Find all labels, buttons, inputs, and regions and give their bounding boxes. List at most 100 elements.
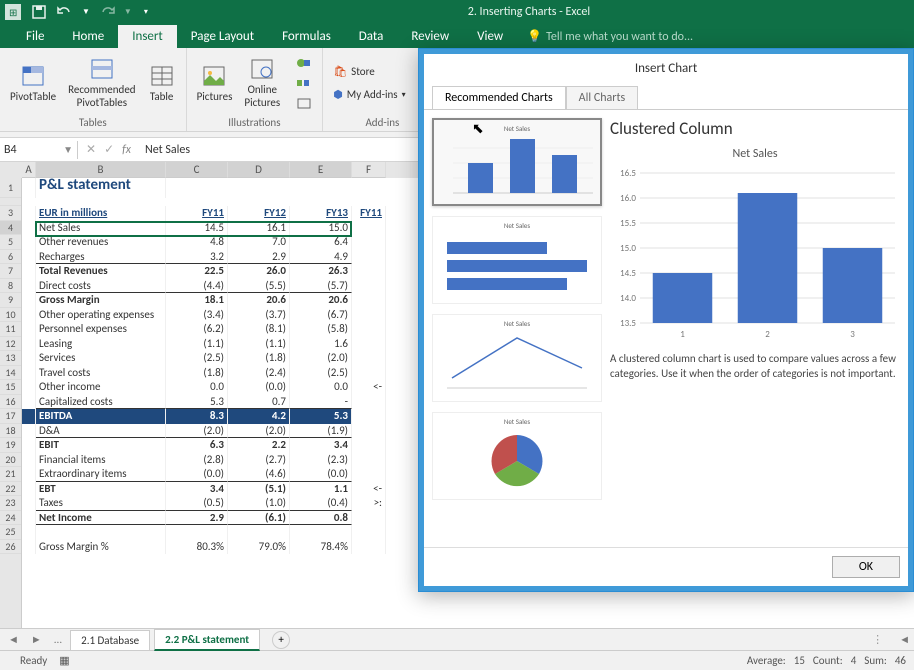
ok-button[interactable]: OK <box>832 556 900 578</box>
row-label: Financial items <box>36 453 166 468</box>
col-header-a[interactable]: A <box>22 162 36 178</box>
thumb-clustered-column[interactable]: Net Sales ⬉ <box>432 118 602 206</box>
row-note <box>352 525 386 540</box>
row-fy11: 18.1 <box>166 293 228 308</box>
sheet-tab-database[interactable]: 2.1 Database <box>70 630 150 650</box>
store-icon: 🛍 <box>333 65 347 78</box>
macro-record-icon[interactable]: ▦ <box>59 654 69 667</box>
window-title: 2. Inserting Charts - Excel <box>148 5 910 19</box>
my-addins-label: My Add-ins <box>347 88 398 101</box>
screenshot-button[interactable] <box>292 94 316 112</box>
thumb-clustered-bar[interactable]: Net Sales <box>432 216 602 304</box>
cursor-icon: ⬉ <box>472 120 484 137</box>
ribbon-group-illustrations: Pictures Online Pictures Illustrations <box>187 48 324 131</box>
tab-view[interactable]: View <box>463 25 517 48</box>
row-fy12: (2.0) <box>228 424 290 439</box>
row-fy11: (2.0) <box>166 424 228 439</box>
pivottable-button[interactable]: PivotTable <box>6 62 60 105</box>
undo-dropdown-icon[interactable]: ▼ <box>82 7 90 17</box>
tab-nav-next-icon[interactable]: ► <box>27 633 46 646</box>
name-box[interactable]: B4 ▼ <box>0 141 78 159</box>
tab-data[interactable]: Data <box>345 25 398 48</box>
row-note <box>352 250 386 265</box>
tab-all-charts[interactable]: All Charts <box>566 86 639 109</box>
row-fy13: (5.8) <box>290 322 352 337</box>
save-icon[interactable] <box>30 3 48 21</box>
tab-nav-more[interactable]: ... <box>50 633 66 646</box>
row-fy13: (2.3) <box>290 453 352 468</box>
tab-insert[interactable]: Insert <box>118 25 177 48</box>
my-addins-button[interactable]: ⬢ My Add-ins ▾ <box>329 86 409 103</box>
svg-text:13.5: 13.5 <box>620 318 636 329</box>
ribbon-group-tables: PivotTable Recommended PivotTables Table… <box>0 48 187 131</box>
row-note <box>352 221 386 236</box>
row-note <box>352 540 386 555</box>
chart-thumbnails: Net Sales ⬉ Net Sales <box>432 118 602 539</box>
recommended-pivottables-button[interactable]: Recommended PivotTables <box>64 55 139 111</box>
smartart-icon <box>296 76 312 90</box>
undo-icon[interactable] <box>56 3 74 21</box>
row-fy12: 2.2 <box>228 438 290 453</box>
col-header-d[interactable]: D <box>228 162 290 178</box>
row-label: Other operating expenses <box>36 308 166 323</box>
pictures-button[interactable]: Pictures <box>193 62 237 105</box>
col-header-c[interactable]: C <box>166 162 228 178</box>
smartart-button[interactable] <box>292 74 316 92</box>
row-fy12: 4.2 <box>228 409 290 424</box>
redo-dropdown-icon[interactable]: ▼ <box>124 7 132 17</box>
illustrations-group-label: Illustrations <box>193 116 317 129</box>
addins-icon: ⬢ <box>333 88 343 101</box>
online-pictures-icon <box>248 57 276 81</box>
cancel-formula-icon[interactable]: ✕ <box>86 142 96 157</box>
row-fy11: 8.3 <box>166 409 228 424</box>
row-fy11: 14.5 <box>166 221 228 236</box>
sheet-tab-pl-statement[interactable]: 2.2 P&L statement <box>154 629 260 651</box>
row-label: Total Revenues <box>36 264 166 279</box>
row-note <box>352 438 386 453</box>
table-icon <box>148 64 176 88</box>
tab-nav-prev-icon[interactable]: ◄ <box>4 633 23 646</box>
tab-formulas[interactable]: Formulas <box>268 25 345 48</box>
thumb-bar-icon <box>437 230 597 300</box>
thumb-title-4: Net Sales <box>437 417 597 426</box>
row-fy12: (1.0) <box>228 496 290 511</box>
enter-formula-icon[interactable]: ✓ <box>104 142 114 157</box>
row-fy12 <box>228 525 290 540</box>
tab-home[interactable]: Home <box>58 25 118 48</box>
store-button[interactable]: 🛍 Store <box>329 63 409 80</box>
redo-icon[interactable] <box>98 3 116 21</box>
row-label: Extraordinary items <box>36 467 166 482</box>
tab-file[interactable]: File <box>12 25 58 48</box>
row-fy11: 3.2 <box>166 250 228 265</box>
col-header-e[interactable]: E <box>290 162 352 178</box>
thumb-title-3: Net Sales <box>437 319 597 328</box>
shapes-button[interactable] <box>292 54 316 72</box>
hscroll-left-icon[interactable]: ◄ <box>895 633 914 646</box>
fx-icon[interactable]: fx <box>122 143 131 157</box>
addins-dropdown-icon: ▾ <box>402 90 406 100</box>
lightbulb-icon: 💡 <box>527 29 542 44</box>
name-box-dropdown-icon[interactable]: ▼ <box>63 143 73 156</box>
status-bar: Ready ▦ Average: 15 Count: 4 Sum: 46 <box>0 650 914 670</box>
thumb-pie[interactable]: Net Sales <box>432 412 602 500</box>
online-pictures-button[interactable]: Online Pictures <box>240 55 284 111</box>
status-ready-label: Ready <box>20 654 47 667</box>
tab-recommended-charts[interactable]: Recommended Charts <box>432 86 566 109</box>
tab-page-layout[interactable]: Page Layout <box>177 25 268 48</box>
row-note <box>352 308 386 323</box>
preview-chart: Net Sales13.514.014.515.015.516.016.5123 <box>610 143 900 343</box>
row-fy13: 5.3 <box>290 409 352 424</box>
add-sheet-button[interactable]: + <box>272 631 290 649</box>
row-note <box>352 235 386 250</box>
col-header-f[interactable]: F <box>352 162 386 178</box>
row-fy13: (2.5) <box>290 366 352 381</box>
row-label <box>36 525 166 540</box>
row-label: EBITDA <box>36 409 166 424</box>
tell-me-search[interactable]: 💡 Tell me what you want to do... <box>517 25 703 48</box>
table-button[interactable]: Table <box>144 62 180 105</box>
tab-review[interactable]: Review <box>397 25 463 48</box>
row-fy12: 7.0 <box>228 235 290 250</box>
thumb-line[interactable]: Net Sales <box>432 314 602 402</box>
online-pictures-label: Online Pictures <box>244 83 280 109</box>
row-fy12: 20.6 <box>228 293 290 308</box>
